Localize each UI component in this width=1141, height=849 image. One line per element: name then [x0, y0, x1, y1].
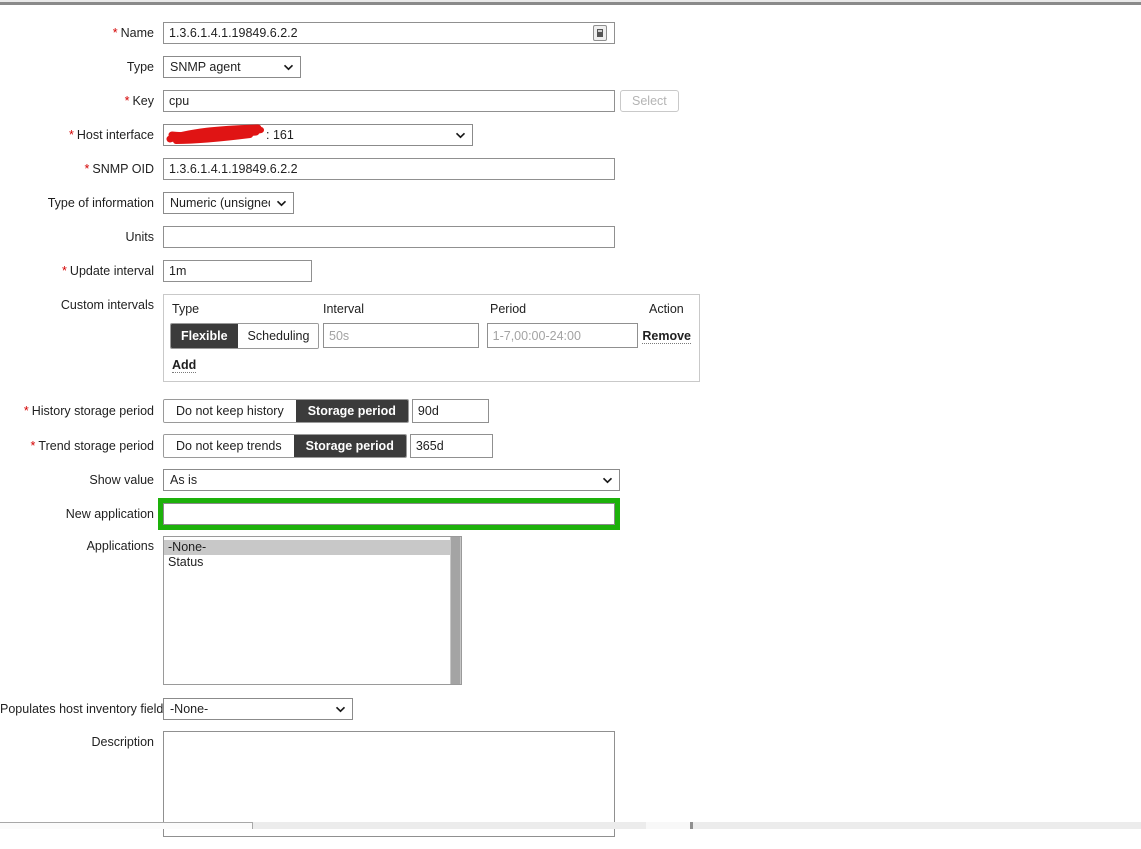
trend-storage-label: * Trend storage period: [30, 439, 154, 453]
horizontal-scrollbar[interactable]: [0, 822, 1141, 829]
key-select-button[interactable]: Select: [620, 90, 679, 112]
add-link[interactable]: Add: [172, 358, 197, 373]
chevron-down-icon: [455, 132, 466, 139]
form-row-show-value: Show value As is: [0, 469, 1141, 491]
custom-intervals-label: Custom intervals: [60, 298, 154, 312]
host-interface-visible-value: : 161: [266, 128, 294, 142]
chevron-down-icon: [283, 64, 294, 71]
do-not-keep-history-button[interactable]: Do not keep history: [164, 400, 296, 422]
form-row-snmp-oid: * SNMP OID: [0, 158, 1141, 180]
list-item[interactable]: -None-: [164, 540, 450, 555]
trend-storage-value-input[interactable]: [409, 434, 493, 458]
type-label: Type: [126, 60, 154, 74]
form-row-applications: Applications -None- Status: [0, 536, 1141, 685]
applications-listbox[interactable]: -None- Status: [163, 536, 462, 685]
history-storage-toggle: Do not keep history Storage period: [163, 399, 409, 423]
snmp-oid-input[interactable]: [163, 158, 615, 180]
host-interface-label: * Host interface: [69, 128, 154, 142]
form-row-key: *Key Select: [0, 90, 1141, 112]
update-interval-input[interactable]: [163, 260, 312, 282]
scrollbar-track-segment: [646, 822, 690, 829]
type-of-information-select[interactable]: Numeric (unsigned): [163, 192, 294, 214]
form-row-history-storage: * History storage period Do not keep hist…: [0, 399, 1141, 423]
name-label: * Name: [112, 26, 154, 40]
list-item[interactable]: Status: [164, 555, 450, 570]
new-application-input[interactable]: [163, 503, 615, 525]
history-storage-label: * History storage period: [23, 404, 154, 418]
description-label: Description: [91, 735, 154, 749]
type-of-information-label: Type of information: [47, 196, 154, 210]
show-value-label: Show value: [89, 473, 154, 487]
interval-input[interactable]: [323, 323, 479, 348]
form-row-update-interval: * Update interval: [0, 260, 1141, 282]
name-input[interactable]: [163, 22, 615, 44]
form-row-host-interface: * Host interface : 161: [0, 124, 1141, 146]
form-row-trend-storage: * Trend storage period Do not keep trends…: [0, 434, 1141, 458]
redaction-scribble: [166, 124, 264, 144]
scheduling-toggle-button[interactable]: Scheduling: [237, 324, 318, 348]
history-storage-value-input[interactable]: [411, 399, 489, 423]
column-header-interval: Interval: [323, 302, 364, 316]
do-not-keep-trends-button[interactable]: Do not keep trends: [164, 435, 294, 457]
listbox-scrollbar[interactable]: [450, 537, 461, 684]
content-divider: [0, 2, 1141, 5]
inventory-label: Populates host inventory field: [0, 702, 164, 716]
remove-link[interactable]: Remove: [642, 329, 691, 344]
chevron-down-icon: [335, 706, 346, 713]
show-value-select[interactable]: As is: [163, 469, 620, 491]
custom-intervals-box: Type Interval Period Action Flexible Sch…: [163, 294, 700, 382]
trend-storage-period-button[interactable]: Storage period: [293, 435, 406, 457]
custom-intervals-header: Type Interval Period Action: [170, 301, 691, 323]
units-input[interactable]: [163, 226, 615, 248]
autofill-icon[interactable]: [593, 25, 607, 41]
column-header-type: Type: [172, 302, 200, 316]
custom-interval-row: Flexible Scheduling Remove: [170, 323, 691, 349]
flexible-toggle-button[interactable]: Flexible: [171, 324, 238, 348]
column-header-action: Action: [649, 302, 684, 316]
item-form: *Name Type SNMP agent *Key Select *Host …: [0, 22, 1141, 849]
interval-type-toggle: Flexible Scheduling: [170, 323, 319, 349]
trend-storage-toggle: Do not keep trends Storage period: [163, 434, 407, 458]
form-row-custom-intervals: Custom intervals Type Interval Period Ac…: [0, 294, 1141, 382]
scrollbar-divider: [690, 822, 693, 829]
history-storage-period-button[interactable]: Storage period: [295, 400, 408, 422]
update-interval-label: * Update interval: [62, 264, 154, 278]
form-row-new-application: New application: [0, 498, 1141, 530]
highlight-box: [158, 498, 620, 530]
form-row-name: * Name: [0, 22, 1141, 44]
horizontal-scrollbar-thumb[interactable]: [0, 822, 253, 829]
form-row-type: Type SNMP agent: [0, 56, 1141, 78]
new-application-label: New application: [65, 507, 154, 521]
host-interface-select[interactable]: : 161: [163, 124, 473, 146]
column-header-period: Period: [490, 302, 527, 316]
form-row-units: Units: [0, 226, 1141, 248]
period-input[interactable]: [486, 323, 639, 348]
inventory-select[interactable]: -None-: [163, 698, 353, 720]
listbox-scrollbar-thumb[interactable]: [451, 537, 460, 684]
form-row-type-of-information: Type of information Numeric (unsigned): [0, 192, 1141, 214]
snmp-oid-label: * SNMP OID: [84, 162, 154, 176]
units-label: Units: [125, 230, 154, 244]
type-select[interactable]: SNMP agent: [163, 56, 301, 78]
key-label: * Key: [124, 94, 154, 108]
applications-label: Applications: [86, 539, 154, 553]
key-input[interactable]: [163, 90, 615, 112]
chevron-down-icon: [276, 200, 287, 207]
chevron-down-icon: [602, 477, 613, 484]
form-row-inventory: Populates host inventory field -None-: [0, 698, 1141, 720]
